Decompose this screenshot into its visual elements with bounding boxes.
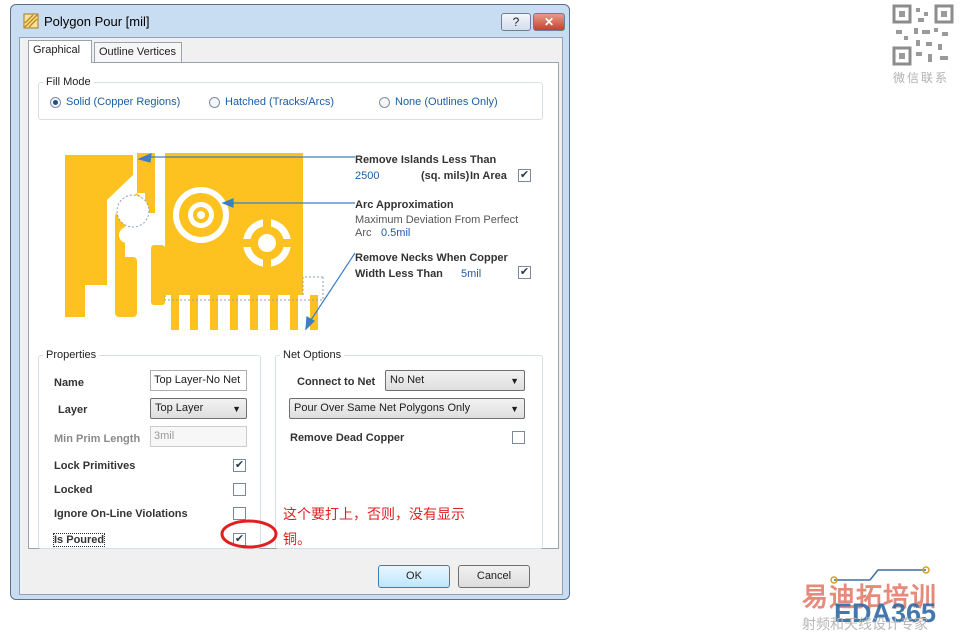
connect-to-net-label: Connect to Net xyxy=(297,376,376,388)
tab-outline-vertices[interactable]: Outline Vertices xyxy=(94,42,182,62)
layer-select[interactable]: Top Layer ▼ xyxy=(150,398,247,419)
remove-islands-value[interactable]: 2500 xyxy=(355,170,379,182)
window-title: Polygon Pour [mil] xyxy=(44,14,150,29)
copper-pad-column xyxy=(115,257,137,317)
polygon-pour-icon xyxy=(23,13,39,29)
radio-selected-icon xyxy=(50,96,61,108)
chevron-down-icon: ▼ xyxy=(510,376,519,386)
annotation-text: 这个要打上，否则，没有显示铜。 xyxy=(283,506,465,547)
remove-necks-checkbox[interactable]: ✔ xyxy=(518,266,531,279)
radio-none[interactable]: None (Outlines Only) xyxy=(379,96,498,108)
is-poured-label: Is Poured xyxy=(52,533,106,547)
remove-islands-unit: (sq. mils) xyxy=(421,170,470,182)
net-options-legend: Net Options xyxy=(283,349,342,361)
island-outline xyxy=(116,194,150,228)
layer-select-value: Top Layer xyxy=(155,402,204,414)
cancel-button[interactable]: Cancel xyxy=(458,565,530,588)
radio-solid-label: Solid (Copper Regions) xyxy=(66,96,181,108)
close-button[interactable]: ✕ xyxy=(533,13,565,31)
help-button[interactable]: ? xyxy=(501,13,531,31)
arc-approximation-desc-2: Arc xyxy=(355,227,372,239)
ok-button[interactable]: OK xyxy=(378,565,450,588)
lock-primitives-checkbox[interactable]: ✔ xyxy=(233,459,246,472)
arc-approximation-desc: Maximum Deviation From Perfect xyxy=(355,214,519,226)
remove-dead-copper-checkbox[interactable] xyxy=(512,431,525,444)
in-area-label: In Area xyxy=(470,170,507,182)
remove-dead-copper-label: Remove Dead Copper xyxy=(290,432,405,444)
locked-checkbox[interactable] xyxy=(233,483,246,496)
tab-graphical[interactable]: Graphical xyxy=(28,40,92,63)
annotation-circle xyxy=(220,519,278,549)
remove-necks-value[interactable]: 5mil xyxy=(461,268,481,280)
min-prim-length-input: 3mil xyxy=(150,426,247,447)
polygon-pour-illustration xyxy=(65,153,355,331)
locked-label: Locked xyxy=(54,484,93,496)
fill-mode-legend: Fill Mode xyxy=(46,76,91,88)
properties-legend: Properties xyxy=(46,349,97,361)
lock-primitives-label: Lock Primitives xyxy=(54,460,136,472)
chevron-down-icon: ▼ xyxy=(232,404,241,414)
connect-to-net-select[interactable]: No Net ▼ xyxy=(385,370,525,391)
title-bar[interactable]: Polygon Pour [mil] ? ✕ xyxy=(11,5,569,37)
radio-hatched-label: Hatched (Tracks/Arcs) xyxy=(225,96,335,108)
min-prim-length-label: Min Prim Length xyxy=(54,433,141,445)
radio-none-label: None (Outlines Only) xyxy=(395,96,498,108)
chevron-down-icon: ▼ xyxy=(510,404,519,414)
radio-unselected-icon xyxy=(379,96,390,108)
layer-label: Layer xyxy=(58,404,88,416)
qr-caption: 微信联系 xyxy=(893,71,950,85)
qr-code-icon xyxy=(892,4,954,66)
connect-to-net-value: No Net xyxy=(390,374,425,386)
arc-approximation-value[interactable]: 0.5mil xyxy=(381,227,410,239)
radio-hatched[interactable]: Hatched (Tracks/Arcs) xyxy=(209,96,334,108)
radio-solid[interactable]: Solid (Copper Regions) xyxy=(50,96,180,108)
graphical-tab-page: Fill Mode Solid (Copper Regions) Hatched… xyxy=(28,62,559,549)
arc-approximation-label: Arc Approximation xyxy=(355,199,454,211)
remove-necks-label-2: Width Less Than xyxy=(355,268,443,280)
via-hole xyxy=(119,227,135,243)
remove-islands-checkbox[interactable]: ✔ xyxy=(518,169,531,182)
ignore-violations-label: Ignore On-Line Violations xyxy=(54,508,188,520)
pour-over-value: Pour Over Same Net Polygons Only xyxy=(294,402,471,414)
name-label: Name xyxy=(54,377,84,389)
radio-unselected-icon xyxy=(209,96,220,108)
remove-necks-label: Remove Necks When Copper xyxy=(355,252,508,264)
brand-subtitle: 射频和天线设计专家 xyxy=(802,616,928,632)
name-input[interactable]: Top Layer-No Net xyxy=(150,370,247,391)
pour-over-select[interactable]: Pour Over Same Net Polygons Only ▼ xyxy=(289,398,525,419)
remove-islands-label: Remove Islands Less Than xyxy=(355,154,497,166)
